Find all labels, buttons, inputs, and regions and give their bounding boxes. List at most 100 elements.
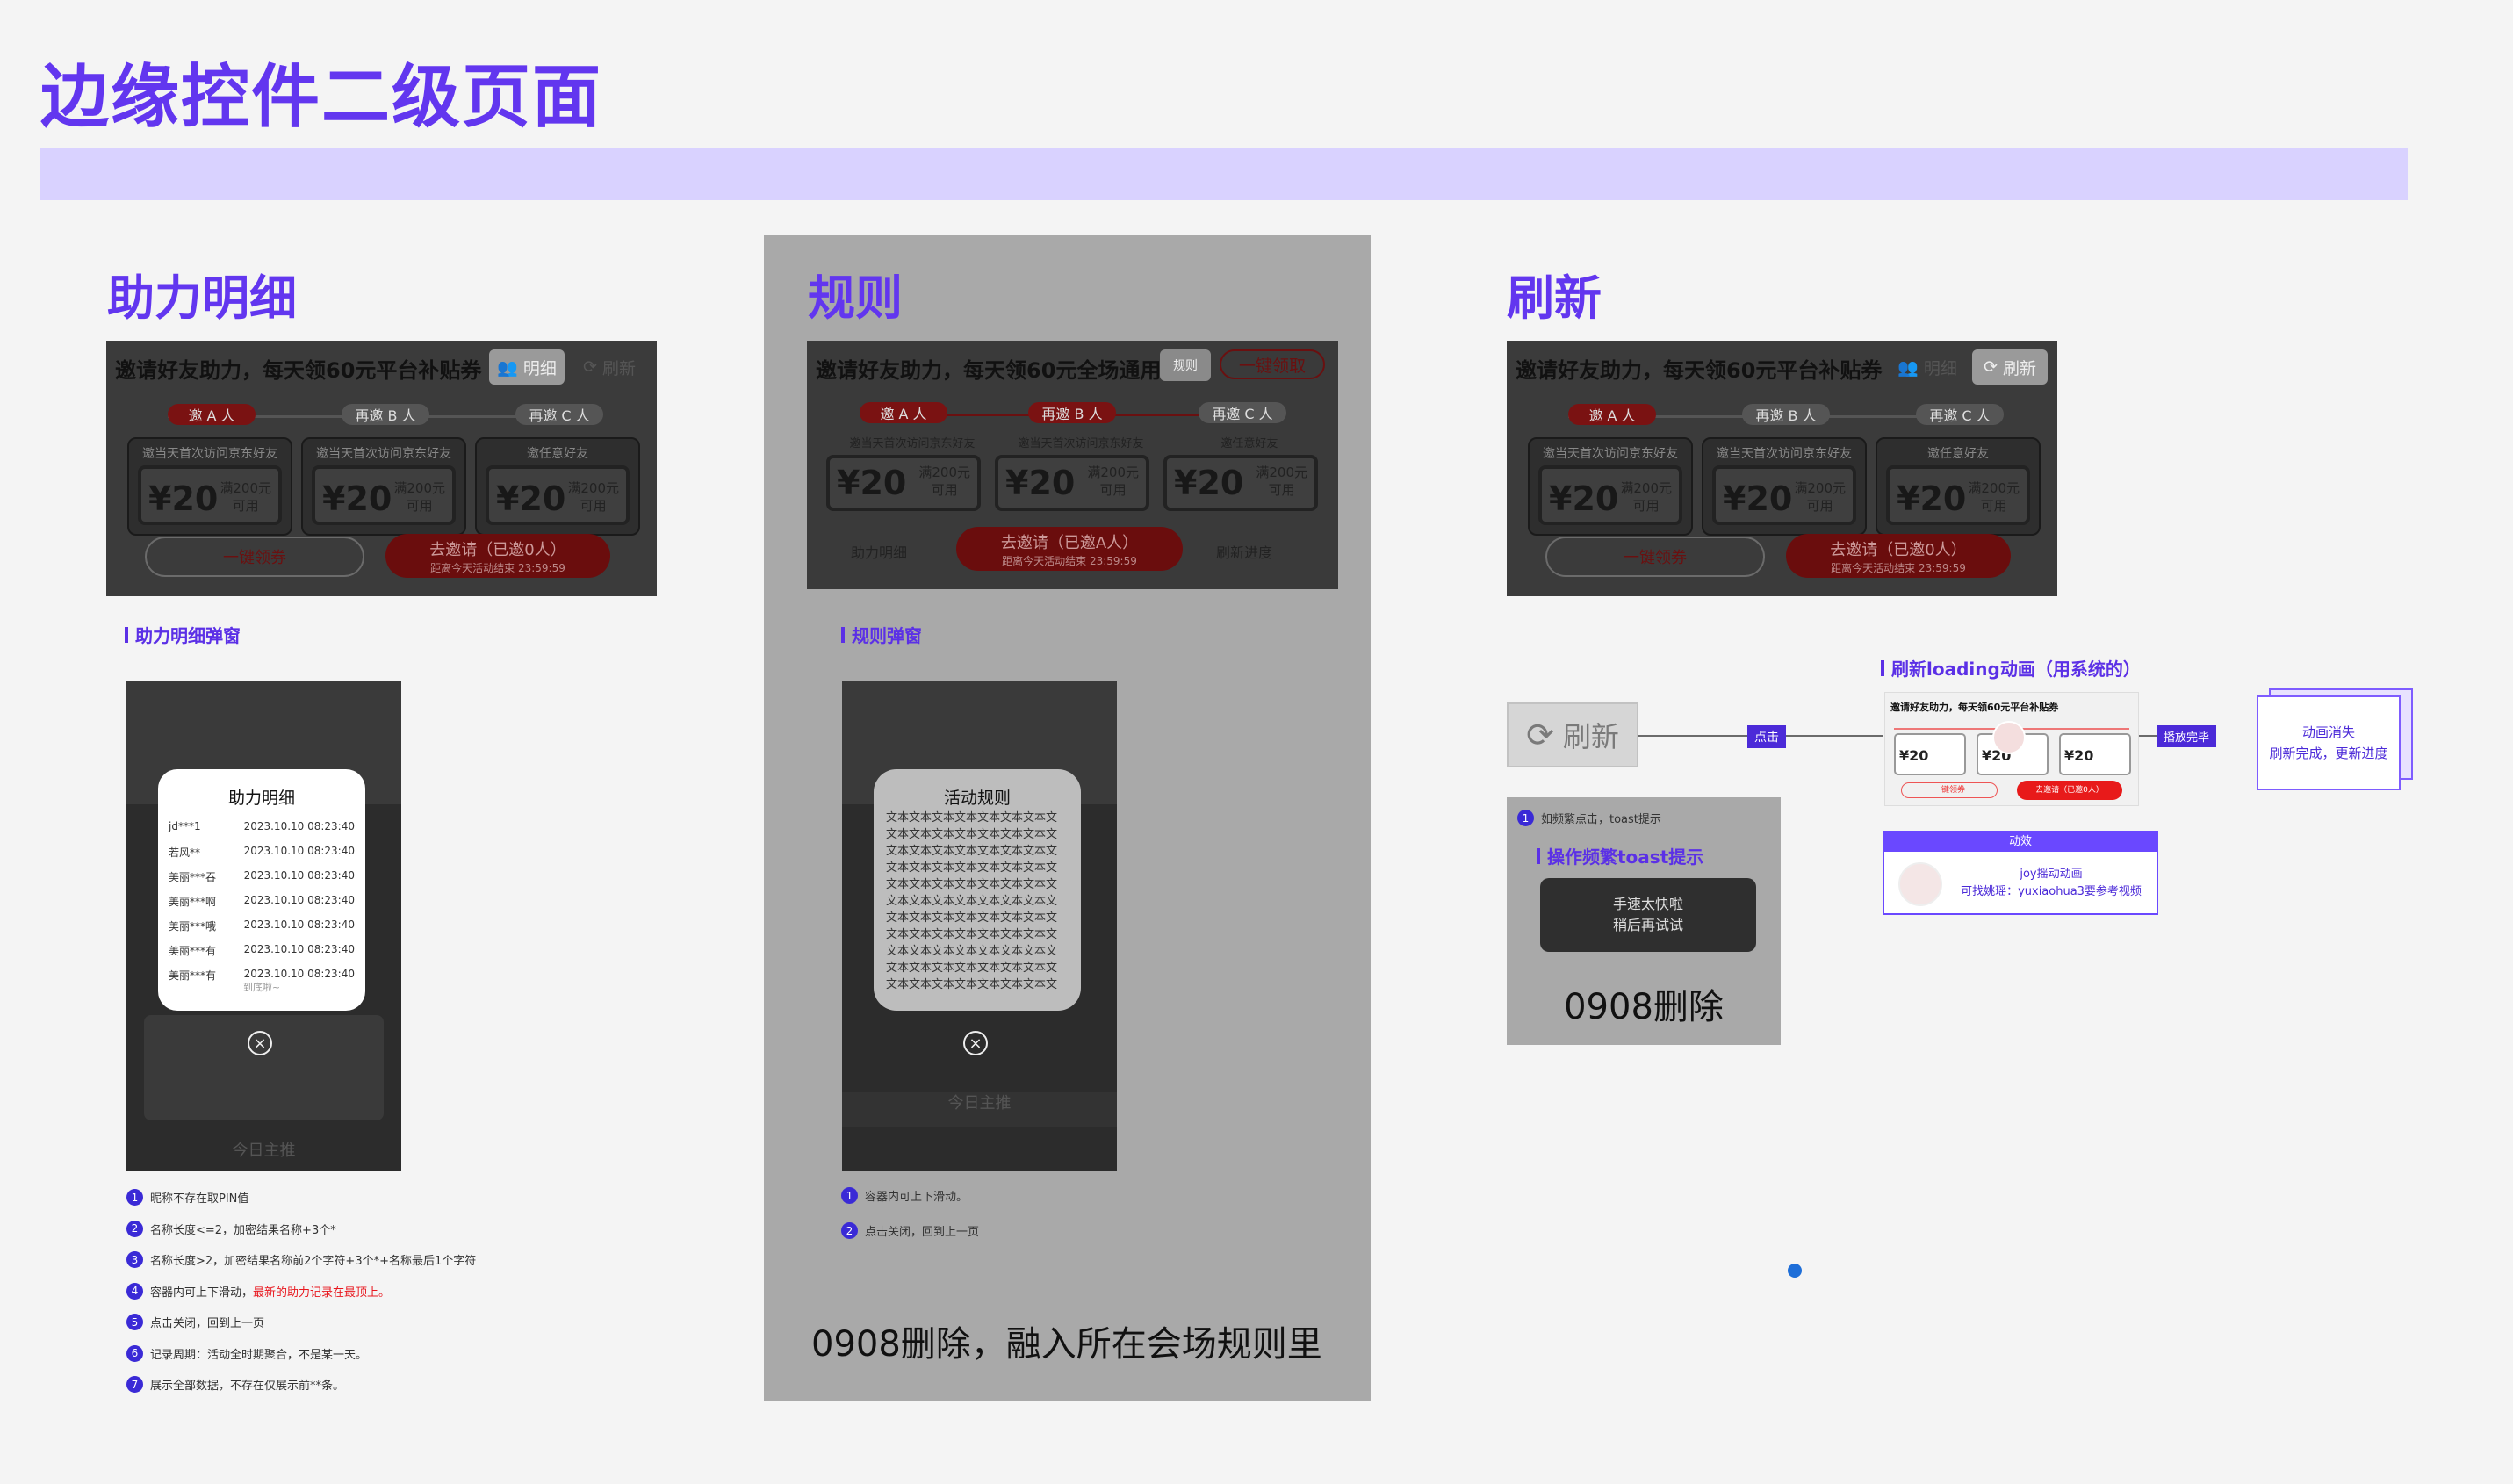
note-item: 2 名称长度<=2，加密结果名称+3个* [126, 1220, 336, 1237]
coupon-cond2: 可用 [1632, 498, 1660, 514]
note-number: 5 [126, 1314, 143, 1330]
coupon-cond2: 可用 [1980, 498, 2007, 514]
record-name: jd***1 [169, 820, 201, 832]
preview-invite: 去邀请（已邀0人） [2017, 781, 2122, 800]
record-row: 美丽***有 2023.10.10 08:23:40 [169, 943, 355, 958]
refresh-label: 刷新 [601, 358, 636, 378]
coupon-cond2: 可用 [1268, 482, 1295, 498]
refresh-icon: ⟳ [583, 357, 597, 377]
rules-button[interactable]: 规则 [1160, 349, 1211, 381]
coupon-card: 邀当天首次访问京东好友 ¥20 满200元 可用 [301, 437, 466, 536]
effect-line2: 可找姚瑶：yuxiaohua3要参考视频 [1961, 885, 2142, 898]
note-item: 4 容器内可上下滑动， 最新的助力记录在最顶上。 [126, 1282, 391, 1300]
refresh-banner: 邀请好友助力，每天领60元平台补贴券 👥 明细 ⟳ 刷新 邀 A 人 再邀 B 人 … [1507, 341, 2057, 596]
help-popup-label: 助力明细弹窗 [125, 622, 241, 647]
refresh-button-dim[interactable]: ⟳ 刷新 [572, 349, 647, 385]
rule-line: 文本文本文本文本文本文本文本文 [886, 945, 1058, 958]
card-caption: 邀当天首次访问京东好友 [142, 447, 277, 461]
rules-modal: 活动规则 文本文本文本文本文本文本文本文 文本文本文本文本文本文本文本文 文本文本文… [874, 769, 1081, 1011]
refresh-button[interactable]: ⟳ 刷新 [1972, 349, 2048, 385]
coupon: ¥20 满200元 可用 [826, 455, 981, 511]
note-item: 7 展示全部数据，不存在仅展示前**条。 [126, 1376, 344, 1393]
go-invite-button[interactable]: 去邀请（已邀A人） 距离今天活动结束 23:59:59 [956, 527, 1183, 571]
note-text: 名称长度<=2，加密结果名称+3个* [150, 1223, 336, 1237]
detail-label: 明细 [1923, 358, 1957, 378]
header-band [40, 148, 2408, 200]
coupon-cond: 满200元 [1968, 480, 2020, 496]
receive-button[interactable]: 一键领取 [1220, 349, 1325, 379]
refresh-label: 刷新 [1562, 720, 1619, 753]
note-text: 记录周期：活动全时期聚合，不是某一天。 [150, 1348, 368, 1362]
rules-banner: 邀请好友助力，每天领60元全场通用券 规则 一键领取 邀 A 人 再邀 B 人 … [807, 341, 1338, 589]
note-number: 7 [126, 1376, 143, 1393]
section-title-refresh: 刷新 [1507, 270, 1602, 326]
go-invite-label: 去邀请（已邀0人） [429, 540, 566, 559]
card-caption: 邀当天首次访问京东好友 [1717, 447, 1852, 461]
go-invite-button[interactable]: 去邀请（已邀0人） 距离今天活动结束 23:59:59 [385, 534, 610, 578]
note-text: 昵称不存在取PIN值 [150, 1192, 249, 1206]
loading-preview: 邀请好友助力，每天领60元平台补贴券 ¥20 ¥20 ¥20 一键领券 去邀请（… [1884, 692, 2139, 806]
card-caption: 邀任意好友 [1220, 437, 1278, 450]
record-row: 美丽***啊 2023.10.10 08:23:40 [169, 894, 355, 909]
help-detail-link[interactable]: 助力明细 [851, 541, 907, 562]
card-caption: 邀当天首次访问京东好友 [849, 437, 976, 450]
note-item: 6 记录周期：活动全时期聚合，不是某一天。 [126, 1344, 368, 1362]
coupon-cond2: 可用 [1099, 482, 1127, 498]
toast-note: 1 如频繁点击，toast提示 [1517, 810, 1661, 826]
close-icon[interactable]: × [248, 1031, 272, 1055]
coupon-amount: ¥20 [1723, 479, 1793, 518]
toast-line2: 稍后再试试 [1612, 917, 1683, 933]
coupon-cond: 满200元 [393, 480, 445, 496]
step-a: 邀 A 人 [860, 402, 947, 423]
toast-line1: 手速太快啦 [1612, 896, 1683, 912]
users-icon: 👥 [497, 357, 518, 378]
coupon-amount: ¥20 [148, 479, 219, 518]
step-c: 再邀 C 人 [1916, 404, 2004, 425]
note-text: 如频繁点击，toast提示 [1541, 813, 1661, 826]
refresh-progress-link[interactable]: 刷新进度 [1216, 541, 1272, 562]
record-row: 若风** 2023.10.10 08:23:40 [169, 845, 355, 860]
refresh-button-zoom[interactable]: ⟳ 刷新 [1507, 702, 1638, 767]
step-c: 再邀 C 人 [515, 404, 603, 425]
click-label: 点击 [1747, 725, 1786, 748]
record-time: 2023.10.10 08:23:40 [243, 869, 355, 882]
coupon: ¥20 满200元 可用 [995, 455, 1149, 511]
done-label: 播放完毕 [2157, 725, 2217, 747]
close-icon[interactable]: × [963, 1031, 988, 1055]
banner-title: 邀请好友助力，每天领60元平台补贴券 [115, 358, 482, 383]
detail-button[interactable]: 👥 明细 [489, 349, 565, 385]
coupon-amount: ¥20 [496, 479, 566, 518]
coupon-cond2: 可用 [580, 498, 607, 514]
phone-section-header: 今日主推 [947, 1094, 1012, 1113]
rules-text[interactable]: 文本文本文本文本文本文本文本文 文本文本文本文本文本文本文本文 文本文本文本文本文本… [886, 810, 1069, 995]
coupon-card: 邀任意好友 ¥20 满200元 可用 [475, 437, 640, 536]
rule-line: 文本文本文本文本文本文本文本文 [886, 928, 1058, 941]
note-item: 3 名称长度>2，加密结果名称前2个字符+3个*+名称最后1个字符 [126, 1251, 476, 1268]
coupon-cond2: 可用 [931, 482, 958, 498]
go-invite-label: 去邀请（已邀A人） [1000, 533, 1139, 552]
rule-line: 文本文本文本文本文本文本文本文 [886, 978, 1058, 991]
note-item: 1 容器内可上下滑动。 [841, 1187, 968, 1204]
banner-title: 邀请好友助力，每天领60元全场通用券 [816, 358, 1183, 383]
banner-title: 邀请好友助力，每天领60元平台补贴券 [1516, 358, 1883, 383]
note-number: 1 [126, 1189, 143, 1206]
coupon: ¥20 满200元 可用 [1163, 455, 1318, 511]
coupon-cond2: 可用 [406, 498, 433, 514]
page-title: 边缘控件二级页面 [40, 58, 603, 137]
step-a: 邀 A 人 [168, 404, 256, 425]
note-highlight: 最新的助力记录在最顶上。 [253, 1286, 391, 1300]
rules-popup-label: 规则弹窗 [841, 622, 922, 647]
detail-button-dim[interactable]: 👥 明细 [1890, 349, 1965, 385]
record-time: 2023.10.10 08:23:40 [243, 820, 355, 832]
claim-all-button[interactable]: 一键领券 [1545, 537, 1765, 577]
preview-coupon: ¥20 [2059, 733, 2131, 775]
step-c: 再邀 C 人 [1199, 402, 1286, 423]
claim-all-button[interactable]: 一键领券 [145, 537, 364, 577]
coupon-card: 邀任意好友 ¥20 满200元 可用 [1876, 437, 2041, 536]
note-item: 1 昵称不存在取PIN值 [126, 1189, 248, 1206]
go-invite-button[interactable]: 去邀请（已邀0人） 距离今天活动结束 23:59:59 [1786, 534, 2011, 578]
detail-label: 明细 [522, 358, 557, 378]
effect-line1: joy摇动动画 [2020, 868, 2083, 881]
coupon-amount: ¥20 [1549, 479, 1619, 518]
coupon-card: 邀当天首次访问京东好友 ¥20 满200元 可用 [127, 437, 292, 536]
